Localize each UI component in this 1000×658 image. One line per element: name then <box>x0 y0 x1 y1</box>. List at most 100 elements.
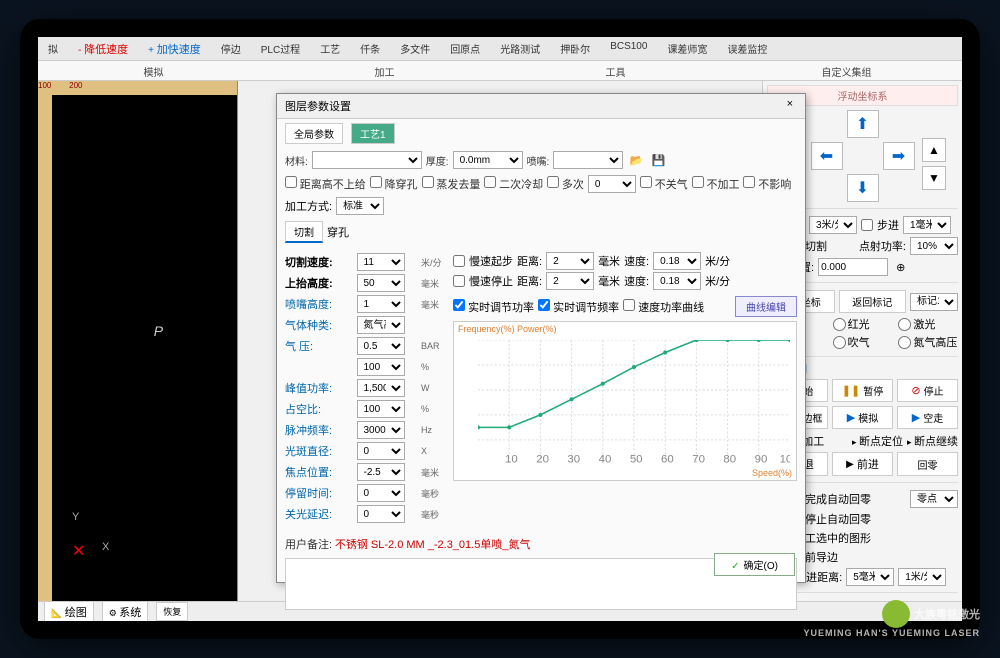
curve-opt-check[interactable] <box>453 299 465 311</box>
light-radio[interactable] <box>898 318 911 331</box>
checkbox-option[interactable] <box>640 176 652 188</box>
step-dist[interactable]: 1毫米 <box>903 216 951 234</box>
process-暂停[interactable]: ❚❚暂停 <box>832 379 893 402</box>
user-note-row: 用户备注: 不锈钢 SL-2.0 MM _-2.3_01.5单喷_氮气 <box>285 536 797 552</box>
arrow-left-button[interactable]: ⬅ <box>811 142 843 170</box>
svg-text:100: 100 <box>780 454 790 465</box>
menu-item[interactable]: 多文件 <box>390 37 440 60</box>
save-icon[interactable]: 💾 <box>649 151 667 169</box>
home-button[interactable]: 回零 <box>897 452 958 476</box>
param-value[interactable]: 3000 <box>357 421 405 439</box>
tab-global[interactable]: 全局参数 <box>285 123 343 144</box>
process-mode[interactable]: 标准 <box>336 197 384 215</box>
menu-item[interactable]: 停边 <box>211 37 251 60</box>
step-check[interactable] <box>861 219 873 231</box>
arrow-up-button[interactable]: ⬆ <box>847 110 879 138</box>
checkbox-option[interactable] <box>743 176 755 188</box>
menu-item[interactable]: 仟条 <box>350 37 390 60</box>
menu-item[interactable]: 课差师宽 <box>657 37 717 60</box>
return-mark-button[interactable]: 返回标记 <box>839 290 907 313</box>
slow-start-check[interactable] <box>453 255 465 267</box>
mark-select[interactable]: 标记1 <box>910 293 958 311</box>
curve-opt-check[interactable] <box>538 299 550 311</box>
subtab-pierce[interactable]: 穿孔 <box>327 224 349 240</box>
menu-item-speedup[interactable]: + 加快速度 <box>138 37 211 60</box>
menu-item[interactable]: 拟 <box>38 37 68 60</box>
checkbox-option[interactable] <box>422 176 434 188</box>
material-select[interactable] <box>312 151 422 169</box>
ribbon-tab[interactable]: 工具 <box>500 61 731 80</box>
drawing-canvas[interactable]: 100 200 P Y✕X <box>38 81 238 601</box>
param-value[interactable]: 100 <box>357 358 405 376</box>
param-value[interactable]: 100 <box>357 400 405 418</box>
light-radio[interactable] <box>833 318 846 331</box>
slow-stop-dist[interactable]: 2 <box>546 272 594 290</box>
ret-dist[interactable]: 5毫米 <box>846 568 894 586</box>
status-tab-recover[interactable]: 恢复 <box>156 602 188 621</box>
checkbox-option[interactable] <box>484 176 496 188</box>
slow-stop-speed[interactable]: 0.18 <box>653 272 701 290</box>
param-value[interactable]: 1,500 <box>357 379 405 397</box>
z-up-button[interactable]: ▲ <box>922 138 946 162</box>
subtab-cut[interactable]: 切割 <box>285 221 323 243</box>
fast-speed[interactable]: 3米/分 <box>809 216 857 234</box>
checkbox-option[interactable] <box>285 176 297 188</box>
ribbon-tabs: 模拟 加工 工具 自定义集组 <box>38 61 962 81</box>
process-模拟[interactable]: ▶模拟 <box>832 406 893 429</box>
dialog-title: 图层参数设置 <box>285 98 351 114</box>
slow-start-speed[interactable]: 0.18 <box>653 252 701 270</box>
nozzle-select[interactable] <box>553 151 623 169</box>
arrow-right-button[interactable]: ➡ <box>883 142 915 170</box>
arrow-down-button[interactable]: ⬇ <box>847 174 879 202</box>
param-value[interactable]: 0 <box>357 442 405 460</box>
menu-item[interactable]: 工艺 <box>310 37 350 60</box>
multi-count[interactable]: 0 <box>588 175 636 193</box>
breakpoint-continue[interactable]: ▸ 断点继续 <box>907 433 958 449</box>
menu-item[interactable]: 押卧尔 <box>550 37 600 60</box>
folder-open-icon[interactable]: 📂 <box>627 151 645 169</box>
breakpoint-locate[interactable]: ▸ 断点定位 <box>852 433 903 449</box>
ribbon-tab[interactable]: 模拟 <box>38 61 269 80</box>
z-down-button[interactable]: ▼ <box>922 166 946 190</box>
svg-text:70: 70 <box>692 454 705 465</box>
menu-item[interactable]: PLC过程 <box>251 37 310 60</box>
focus-pos-input[interactable] <box>818 258 888 276</box>
curve-edit-button[interactable]: 曲线编辑 <box>735 296 797 317</box>
process-停止[interactable]: ⊘停止 <box>897 379 958 402</box>
param-value[interactable]: 氮气高压 <box>357 316 405 334</box>
menu-item[interactable]: 光路测试 <box>490 37 550 60</box>
light-radio[interactable] <box>833 336 846 349</box>
param-value[interactable]: -2.5 <box>357 463 405 481</box>
status-tab-system[interactable]: ⚙ 系统 <box>102 601 149 622</box>
curve-opt-check[interactable] <box>623 299 635 311</box>
zero-select[interactable]: 零点 <box>910 490 958 508</box>
menu-item-slowdown[interactable]: - 降低速度 <box>68 37 138 60</box>
param-value[interactable]: 50 <box>357 274 405 292</box>
menu-item[interactable]: BCS100 <box>600 37 657 60</box>
process-空走[interactable]: ▶空走 <box>897 406 958 429</box>
checkbox-option[interactable] <box>692 176 704 188</box>
close-icon[interactable]: × <box>783 98 797 114</box>
dialog-titlebar[interactable]: 图层参数设置 × <box>277 94 805 119</box>
param-value[interactable]: 0 <box>357 484 405 502</box>
light-radio[interactable] <box>898 336 911 349</box>
thickness-select[interactable]: 0.0mm <box>453 151 523 169</box>
ribbon-tab[interactable]: 加工 <box>269 61 500 80</box>
param-value[interactable]: 1 <box>357 295 405 313</box>
checkbox-option[interactable] <box>370 176 382 188</box>
tab-process1[interactable]: 工艺1 <box>351 123 395 144</box>
slow-start-dist[interactable]: 2 <box>546 252 594 270</box>
point-power[interactable]: 10% <box>910 237 958 255</box>
forward-button[interactable]: ▶ 前进 <box>832 452 893 476</box>
menu-item[interactable]: 回原点 <box>440 37 490 60</box>
param-value[interactable]: 0 <box>357 505 405 523</box>
checkbox-option[interactable] <box>547 176 559 188</box>
param-value[interactable]: 11 <box>357 253 405 271</box>
ret-speed[interactable]: 1米/分 <box>898 568 946 586</box>
param-value[interactable]: 0.5 <box>357 337 405 355</box>
menu-item[interactable]: 误差监控 <box>717 37 777 60</box>
status-tab-draw[interactable]: 📐 绘图 <box>44 601 94 622</box>
ok-button[interactable]: 确定(O) <box>714 553 795 576</box>
slow-stop-check[interactable] <box>453 275 465 287</box>
ribbon-tab[interactable]: 自定义集组 <box>731 61 962 80</box>
